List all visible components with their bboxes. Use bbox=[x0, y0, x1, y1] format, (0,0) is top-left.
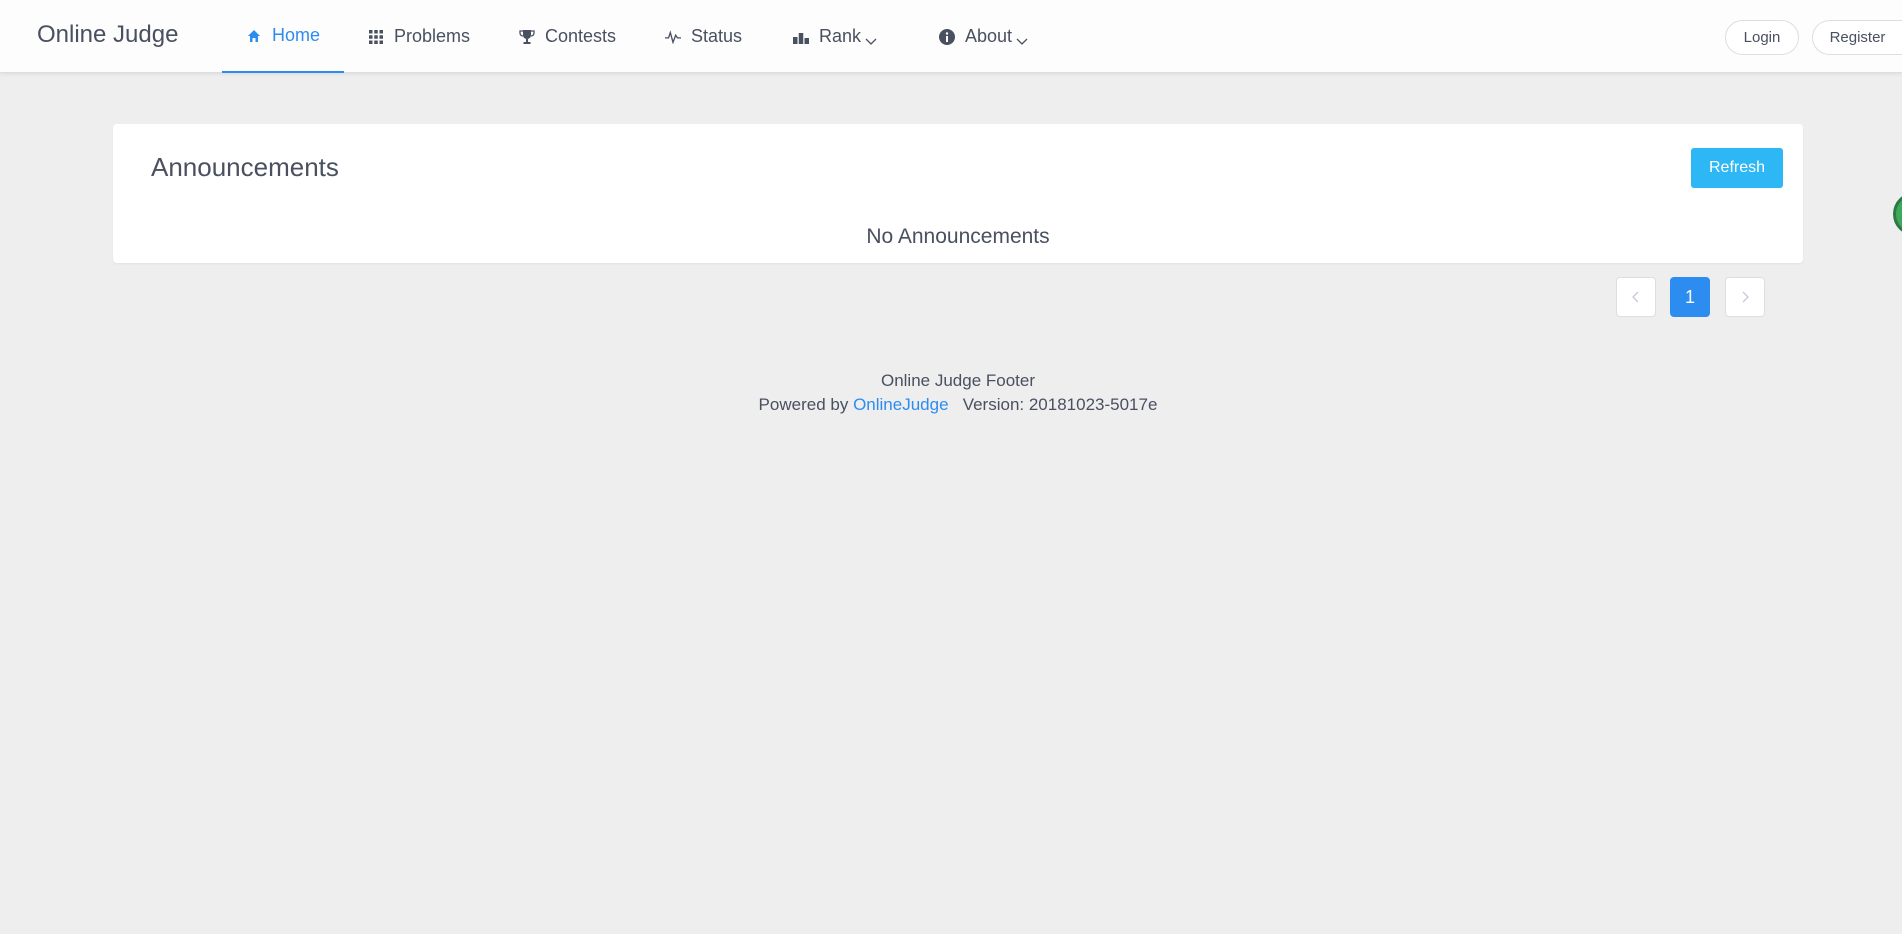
register-button[interactable]: Register bbox=[1812, 20, 1902, 55]
chevron-down-icon bbox=[865, 31, 877, 45]
panel-title: Announcements bbox=[151, 152, 339, 182]
page-footer: Online Judge Footer Powered by OnlineJud… bbox=[0, 369, 1902, 417]
onlinejudge-link[interactable]: OnlineJudge bbox=[853, 395, 948, 414]
nav-status[interactable]: Status bbox=[641, 0, 766, 73]
empty-message: No Announcements bbox=[866, 225, 1050, 248]
pagination-page-1[interactable]: 1 bbox=[1670, 277, 1710, 317]
info-icon bbox=[939, 28, 955, 45]
site-logo[interactable]: Online Judge bbox=[37, 20, 178, 50]
nav-problems[interactable]: Problems bbox=[344, 0, 494, 73]
footer-title: Online Judge Footer bbox=[880, 371, 1036, 390]
nav-rank-label: Rank bbox=[819, 26, 862, 46]
chevron-right-icon bbox=[1740, 287, 1750, 308]
nav-about[interactable]: About bbox=[915, 0, 1052, 73]
trophy-icon bbox=[519, 29, 535, 45]
nav-home-label: Home bbox=[271, 25, 320, 45]
home-icon bbox=[246, 28, 262, 44]
nav-home[interactable]: Home bbox=[222, 0, 344, 73]
login-button[interactable]: Login bbox=[1725, 20, 1799, 55]
nav-rank[interactable]: Rank bbox=[769, 0, 901, 73]
chevron-down-icon bbox=[1016, 31, 1028, 45]
nav-status-label: Status bbox=[691, 26, 743, 46]
refresh-button[interactable]: Refresh bbox=[1691, 148, 1783, 188]
nav-about-label: About bbox=[965, 26, 1013, 46]
floating-widget[interactable] bbox=[1893, 192, 1902, 236]
bar-chart-icon bbox=[793, 29, 809, 45]
footer-powered-line: Powered by OnlineJudge Version: 20181023… bbox=[0, 393, 1902, 417]
powered-by-text: Powered by bbox=[758, 395, 849, 414]
version-text: Version: 20181023-5017e bbox=[962, 395, 1158, 414]
nav-contests[interactable]: Contests bbox=[495, 0, 640, 73]
top-navbar: Online Judge Home Problems Contests Stat… bbox=[0, 0, 1902, 73]
nav-contests-label: Contests bbox=[545, 26, 617, 46]
pulse-icon bbox=[665, 29, 681, 45]
pagination-prev-button[interactable] bbox=[1616, 277, 1656, 317]
pagination-next-button[interactable] bbox=[1725, 277, 1765, 317]
chevron-left-icon bbox=[1631, 287, 1641, 308]
nav-problems-label: Problems bbox=[394, 26, 471, 46]
announcements-panel: Announcements Refresh No Announcements bbox=[113, 124, 1803, 263]
grid-icon bbox=[368, 29, 384, 45]
